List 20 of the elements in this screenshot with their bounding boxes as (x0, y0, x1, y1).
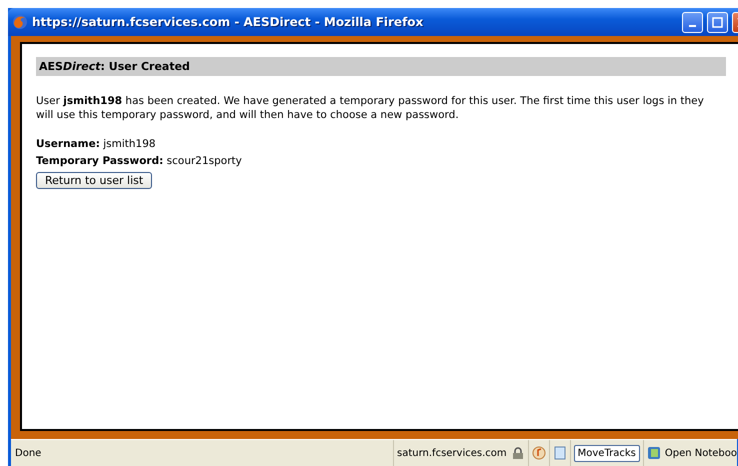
status-text: Done (14, 448, 42, 458)
field-label: Username: (36, 138, 100, 150)
field-value: scour21sporty (166, 155, 242, 167)
maximize-button[interactable] (707, 12, 728, 32)
open-notebook-link[interactable]: Open Noteboo (664, 448, 737, 458)
field-value: jsmith198 (103, 138, 156, 150)
return-button[interactable]: Return to user list (36, 172, 152, 189)
maximize-icon (712, 16, 723, 28)
lock-icon[interactable] (510, 446, 525, 460)
minimize-icon (689, 25, 696, 27)
browser-icon (12, 14, 28, 30)
notebook-icon[interactable] (646, 446, 661, 460)
confirmation-message: User jsmith198 has been created. We have generated a temporary password for this user. The first time this user logs in they will use this temporary password, and will then have to choose a new password. (36, 94, 704, 122)
site-host: saturn.fcservices.com (397, 448, 507, 458)
field-label: Temporary Password: (36, 155, 164, 167)
page-icon[interactable] (552, 446, 567, 460)
page-heading: AESDirect: User Created (36, 57, 726, 76)
minimize-button[interactable] (682, 12, 703, 32)
movetracks-button[interactable]: MoveTracks (574, 444, 640, 462)
window-title: https://saturn.fcservices.com - AESDirect - Mozilla Firefox (32, 15, 424, 29)
